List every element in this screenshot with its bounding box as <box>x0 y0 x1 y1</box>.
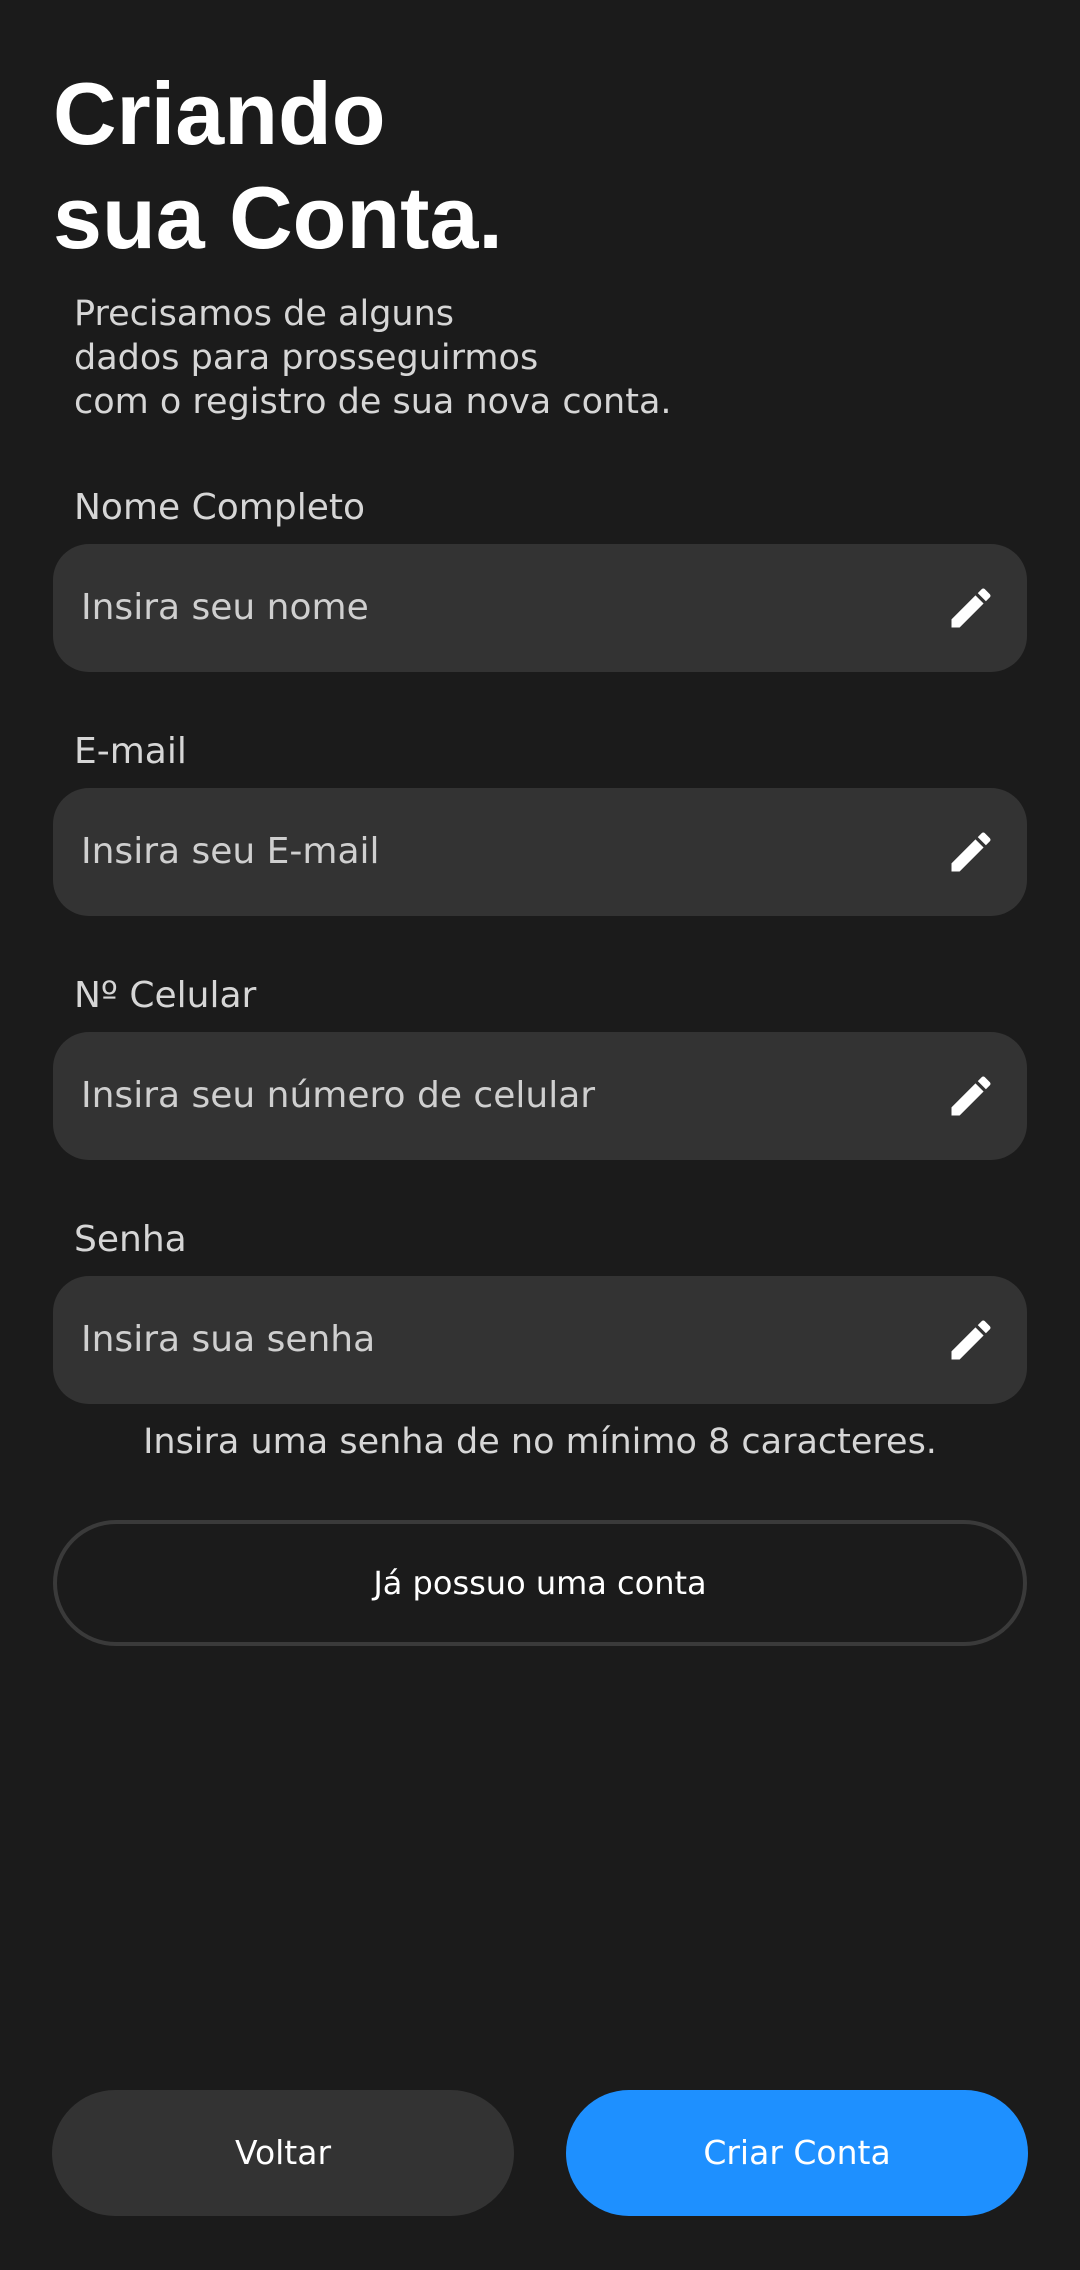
full-name-placeholder: Insira seu nome <box>81 587 369 628</box>
subtitle-line-2: dados para prosseguirmos <box>74 338 539 378</box>
phone-label: Nº Celular <box>74 975 257 1016</box>
password-placeholder: Insira sua senha <box>81 1319 376 1360</box>
phone-field[interactable]: Insira seu número de celular <box>53 1032 1027 1160</box>
page-title-line-1: Criando <box>53 64 386 163</box>
email-label: E-mail <box>74 731 187 772</box>
full-name-label: Nome Completo <box>74 487 365 528</box>
password-field[interactable]: Insira sua senha <box>53 1276 1027 1404</box>
password-label: Senha <box>74 1219 187 1260</box>
subtitle-line-1: Precisamos de alguns <box>74 294 455 334</box>
pencil-icon[interactable] <box>945 1314 997 1366</box>
create-account-screen: Criando sua Conta. Precisamos de alguns … <box>0 0 1080 2270</box>
email-placeholder: Insira seu E-mail <box>81 831 380 872</box>
have-account-button[interactable]: Já possuo uma conta <box>53 1520 1027 1646</box>
pencil-icon[interactable] <box>945 1070 997 1122</box>
subtitle-line-3: com o registro de sua nova conta. <box>74 382 672 422</box>
pencil-icon[interactable] <box>945 826 997 878</box>
create-account-button[interactable]: Criar Conta <box>566 2090 1028 2216</box>
full-name-field[interactable]: Insira seu nome <box>53 544 1027 672</box>
email-field[interactable]: Insira seu E-mail <box>53 788 1027 916</box>
page-title-line-2: sua Conta. <box>53 168 503 267</box>
phone-placeholder: Insira seu número de celular <box>81 1075 596 1116</box>
back-button[interactable]: Voltar <box>52 2090 514 2216</box>
pencil-icon[interactable] <box>945 582 997 634</box>
password-hint: Insira uma senha de no mínimo 8 caracter… <box>143 1422 937 1462</box>
page-subtitle: Precisamos de alguns dados para prossegu… <box>74 292 874 424</box>
page-title: Criando sua Conta. <box>53 62 503 270</box>
